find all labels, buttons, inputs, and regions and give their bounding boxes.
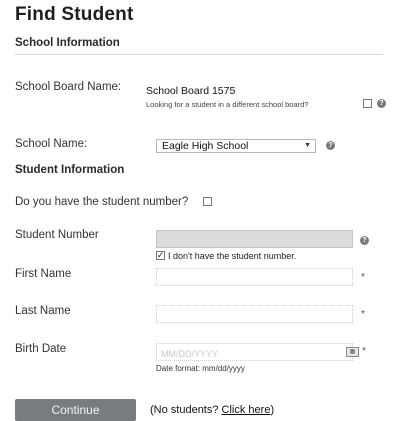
have-student-number-question: Do you have the student number? — [15, 196, 189, 208]
date-format-note: Date format: mm/dd/yyyy — [156, 364, 245, 373]
calendar-icon[interactable]: ▦ — [346, 347, 359, 357]
school-name-value: Eagle High School — [162, 140, 249, 152]
continue-button[interactable]: Continue — [15, 399, 136, 421]
no-students-suffix: ) — [270, 404, 275, 416]
school-information-heading: School Information — [15, 37, 120, 49]
first-name-label: First Name — [15, 268, 72, 280]
dont-have-number-label: I don't have the student number. — [168, 251, 297, 261]
required-marker: * — [362, 346, 366, 357]
student-number-label: Student Number — [15, 229, 99, 241]
first-name-input[interactable] — [156, 268, 353, 286]
last-name-label: Last Name — [15, 305, 71, 317]
different-board-checkbox[interactable] — [363, 99, 372, 108]
chevron-down-icon: ▼ — [304, 142, 311, 149]
birth-date-input[interactable]: MM/DD/YYYY — [156, 343, 353, 361]
last-name-input[interactable] — [156, 305, 353, 323]
birth-date-placeholder: MM/DD/YYYY — [161, 349, 219, 359]
school-name-select[interactable]: Eagle High School ▼ — [156, 139, 316, 153]
student-information-heading: Student Information — [15, 164, 125, 176]
help-icon[interactable]: ? — [360, 236, 369, 245]
no-students-prefix: (No students? — [150, 404, 222, 416]
no-students-text: (No students? Click here) — [150, 404, 274, 416]
dont-have-number-checkbox[interactable]: ✓ — [156, 251, 165, 260]
required-marker: * — [361, 272, 365, 283]
have-student-number-checkbox[interactable] — [203, 197, 212, 206]
required-marker: * — [361, 309, 365, 320]
help-icon[interactable]: ? — [326, 141, 335, 150]
section-divider — [15, 54, 383, 55]
school-board-label: School Board Name: — [15, 81, 122, 93]
help-icon[interactable]: ? — [377, 99, 386, 108]
different-board-text: Looking for a student in a different sch… — [146, 100, 309, 109]
page-title: Find Student — [15, 4, 134, 25]
birth-date-label: Birth Date — [15, 343, 67, 355]
school-board-value: School Board 1575 — [146, 85, 236, 97]
student-number-input[interactable] — [156, 230, 353, 248]
click-here-link[interactable]: Click here — [222, 404, 271, 416]
school-name-label: School Name: — [15, 138, 88, 150]
